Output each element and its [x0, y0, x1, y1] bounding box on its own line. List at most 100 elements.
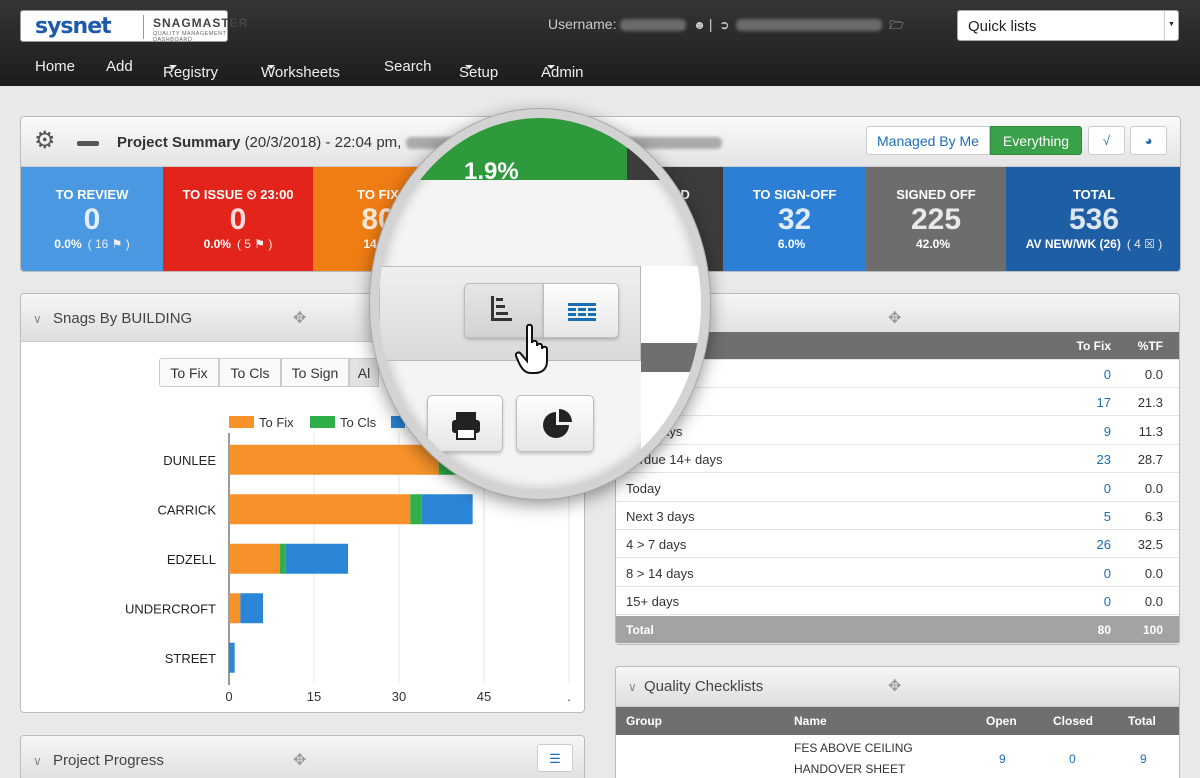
nav-home[interactable]: Home [35, 58, 75, 75]
row-tofix[interactable]: 0 [1104, 367, 1111, 382]
tab-to-fix[interactable]: To Fix [159, 358, 219, 387]
row-label: 4 > 7 days [626, 537, 687, 553]
tile-pct-value: 42.0% [915, 237, 951, 251]
chevron-down-icon[interactable]: ∨ [33, 754, 42, 768]
tab-all[interactable]: Al [349, 358, 379, 387]
tile-pct: 42.0% [866, 237, 1006, 251]
status-tile[interactable]: TO SIGN-OFF 32 6.0% [723, 167, 866, 271]
tile-value: 0 [83, 203, 101, 236]
tile-extra: ( 4 ☒ ) [1126, 237, 1163, 251]
row-tofix[interactable]: 17 [1097, 395, 1111, 410]
category-label: EDZELL [167, 552, 216, 567]
status-tile[interactable]: TOTAL 536 AV NEW/WK (26) ( 4 ☒ ) [1006, 167, 1180, 271]
username-redacted [620, 19, 687, 32]
row-pct: 0.0 [1144, 565, 1163, 581]
logo-product: SNAGMASTER [153, 16, 249, 30]
tile-label: TOTAL [1072, 187, 1116, 202]
tile-pct-value: 6.0% [777, 237, 806, 251]
bar-segment [280, 543, 286, 574]
tile-label: TO SIGN-OFF [752, 187, 837, 202]
nav-worksheets[interactable]: Worksheets [261, 58, 340, 81]
table-row[interactable]: 15+ days 0 0.0 [616, 587, 1179, 616]
trend-chart-icon[interactable]: √ [1088, 126, 1125, 155]
summary-date: (20/3/2018) - 22:04 pm, [244, 134, 402, 151]
hand-pointer-icon [515, 323, 548, 374]
user-info: Username: ☻ | ➲ 🗁 [548, 16, 907, 37]
pie-chart-icon [543, 409, 572, 438]
row-pct: 32.5 [1137, 537, 1163, 553]
tile-pct: 6.0% [723, 237, 866, 251]
move-icon[interactable]: ✥ [888, 676, 901, 696]
category-label: STREET [165, 651, 216, 666]
table-row[interactable]: Next 3 days 5 6.3 [616, 502, 1179, 530]
printer-icon [452, 412, 480, 440]
move-icon[interactable]: ✥ [293, 750, 306, 770]
row-tofix[interactable]: 26 [1097, 537, 1111, 552]
nav-registry[interactable]: Registry [163, 58, 218, 81]
tile-value: 225 [910, 203, 962, 236]
row-tofix[interactable]: 0 [1104, 594, 1111, 609]
status-tile[interactable]: TO ISSUE ⏲ 23:00 0 0.0% ( 5 ⚑ ) [163, 167, 313, 271]
progress-panel-header: ∨ Project Progress ✥ ☰ [21, 736, 584, 778]
pie-chart-icon[interactable]: ◕ [1130, 126, 1167, 155]
row-tofix[interactable]: 0 [1104, 566, 1111, 581]
qc-row-closed[interactable]: 0 [1069, 752, 1076, 766]
collapse-icon[interactable] [77, 141, 99, 146]
row-tofix[interactable]: 0 [1104, 481, 1111, 496]
tab-to-cls[interactable]: To Cls [219, 358, 281, 387]
quick-lists-select[interactable]: Quick lists ▼ [957, 10, 1179, 41]
status-tile[interactable]: SIGNED OFF 225 42.0% [866, 167, 1006, 271]
magnified-pct: 1.9% [464, 158, 519, 185]
nav-add[interactable]: Add [106, 58, 133, 75]
move-icon[interactable]: ✥ [293, 308, 306, 328]
table-row[interactable]: 4 > 7 days 26 32.5 [616, 530, 1179, 559]
nav-search[interactable]: Search [384, 58, 432, 75]
move-icon[interactable]: ✥ [888, 308, 901, 328]
row-tofix[interactable]: 9 [1104, 424, 1111, 439]
tile-pct-value: 0.0% [203, 237, 231, 251]
tab-to-sign[interactable]: To Sign [281, 358, 349, 387]
pie-view-button[interactable] [516, 395, 594, 452]
bar-chart-icon[interactable]: ☰ [537, 744, 573, 772]
tile-pct-value: 0.0% [54, 237, 82, 251]
qc-table-header: Group Name Open Closed Total [616, 707, 1179, 735]
managed-by-me-button[interactable]: Managed By Me [866, 126, 990, 155]
x-tick-label: 0 [225, 689, 232, 704]
nav-setup[interactable]: Setup [459, 58, 498, 81]
sysnet-logo[interactable]: sysnet SNAGMASTER QUALITY MANAGEMENT DAS… [20, 10, 247, 43]
folder-icon[interactable]: 🗁 [889, 16, 904, 37]
qc-row-total[interactable]: 9 [1140, 752, 1147, 766]
row-tofix[interactable]: 23 [1097, 452, 1111, 467]
x-tick-label: 15 [307, 689, 321, 704]
tile-label: SIGNED OFF [896, 187, 976, 202]
bar-segment [229, 444, 439, 475]
chevron-down-icon[interactable]: ∨ [33, 312, 42, 326]
everything-button[interactable]: Everything [990, 126, 1082, 155]
row-pct: 0.0 [1144, 367, 1163, 382]
row-label: 8 > 14 days [626, 565, 694, 581]
col-to-fix: To Fix [1076, 339, 1111, 353]
total-label: Total [626, 623, 654, 637]
table-row[interactable]: FES ABOVE CEILING HANDOVER SHEET 9 0 9 [616, 735, 1179, 778]
magnified-dark-tile [627, 118, 701, 180]
row-pct: 21.3 [1137, 395, 1163, 411]
qc-col-group: Group [626, 714, 662, 728]
row-pct: 6.3 [1144, 509, 1163, 524]
nav-admin[interactable]: Admin [541, 58, 584, 81]
project-progress-panel: ∨ Project Progress ✥ ☰ [20, 735, 585, 778]
bar-segment [285, 543, 348, 574]
qc-row-open[interactable]: 9 [999, 752, 1006, 766]
nav-setup-label: Setup [459, 64, 499, 81]
x-tick-label: 30 [392, 689, 406, 704]
row-tofix[interactable]: 5 [1104, 509, 1111, 524]
magnifier-callout: 1.9% [370, 109, 710, 499]
print-button[interactable] [427, 395, 503, 452]
qc-row-name-line1: FES ABOVE CEILING [794, 741, 913, 755]
table-row[interactable]: 8 > 14 days 0 0.0 [616, 559, 1179, 587]
gear-icon[interactable]: ⚙ [34, 129, 56, 153]
category-label: CARRICK [157, 502, 216, 517]
chevron-down-icon[interactable]: ∨ [628, 680, 637, 694]
status-tile[interactable]: TO REVIEW 0 0.0% ( 16 ⚑ ) [21, 167, 163, 271]
tile-pct-value: AV NEW/WK (26) [1025, 237, 1121, 251]
logout-icon[interactable]: ➲ [719, 18, 729, 32]
